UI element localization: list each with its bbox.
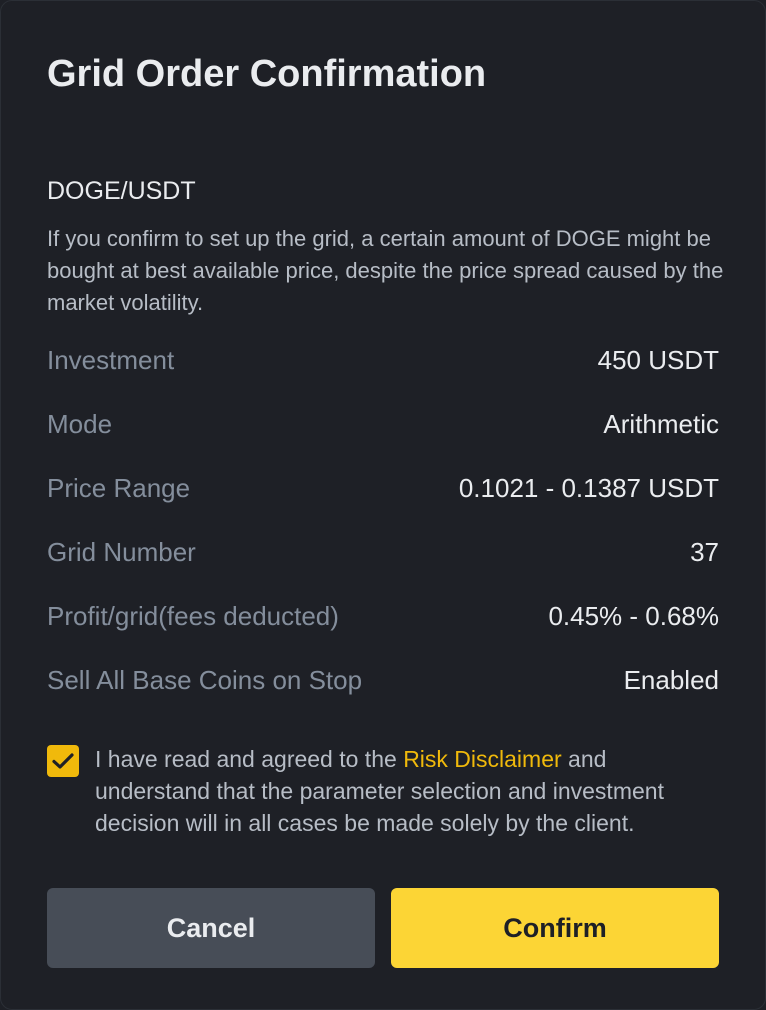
detail-row-mode: Mode Arithmetic	[47, 404, 719, 444]
detail-row-profit-per-grid: Profit/grid(fees deducted) 0.45% - 0.68%	[47, 596, 719, 636]
detail-label: Investment	[47, 344, 175, 375]
detail-value: 37	[690, 536, 719, 567]
detail-value: 0.45% - 0.68%	[548, 600, 719, 631]
dialog-description: If you confirm to set up the grid, a cer…	[47, 226, 724, 315]
detail-label: Mode	[47, 408, 113, 439]
trading-pair: DOGE/USDT	[47, 177, 196, 205]
detail-row-price-range: Price Range 0.1021 - 0.1387 USDT	[47, 468, 719, 508]
detail-label: Price Range	[47, 472, 191, 503]
detail-value: Arithmetic	[603, 408, 719, 439]
detail-value: 450 USDT	[597, 344, 719, 375]
grid-order-confirmation-dialog: Grid Order Confirmation DOGE/USDT If you…	[0, 0, 766, 1010]
detail-label: Grid Number	[47, 536, 196, 567]
dialog-title: Grid Order Confirmation	[47, 53, 487, 95]
agreement-checkbox[interactable]	[47, 745, 79, 777]
agreement-text-before: I have read and agreed to the	[95, 746, 404, 772]
cancel-button[interactable]: Cancel	[47, 888, 375, 968]
confirm-button[interactable]: Confirm	[391, 888, 719, 968]
detail-row-investment: Investment 450 USDT	[47, 340, 719, 380]
detail-value: 0.1021 - 0.1387 USDT	[458, 472, 719, 503]
detail-row-grid-number: Grid Number 37	[47, 532, 719, 572]
agreement-text: I have read and agreed to the Risk Discl…	[95, 743, 725, 839]
detail-label: Sell All Base Coins on Stop	[47, 664, 363, 695]
detail-label: Profit/grid(fees deducted)	[47, 600, 339, 631]
risk-disclaimer-link[interactable]: Risk Disclaimer	[403, 746, 561, 772]
checkmark-icon	[52, 753, 74, 769]
detail-row-sell-all-on-stop: Sell All Base Coins on Stop Enabled	[47, 660, 719, 700]
detail-value: Enabled	[623, 664, 719, 695]
